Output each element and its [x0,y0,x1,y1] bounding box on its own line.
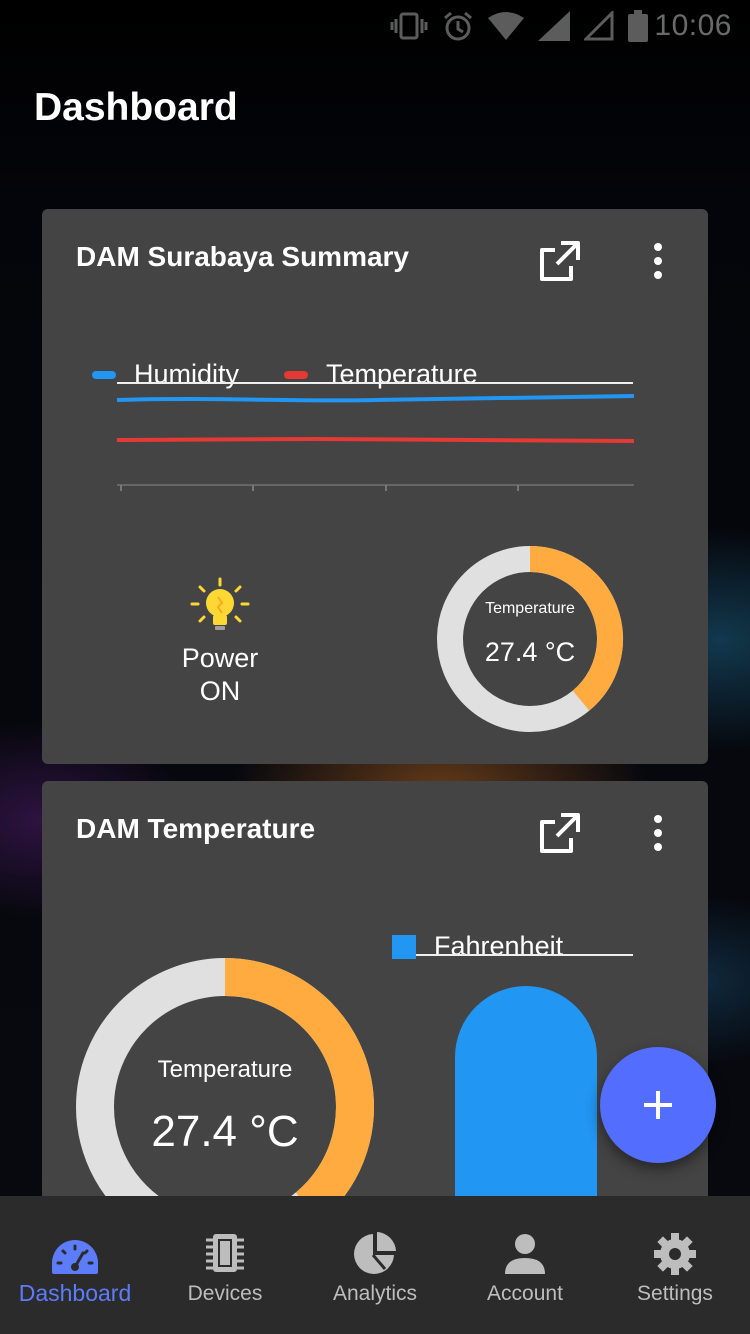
page-title: Dashboard [34,86,238,129]
nav-label: Analytics [332,1282,418,1305]
humidity-series-line [116,394,635,403]
nav-item-devices[interactable]: Devices [150,1196,300,1334]
gauge-value-arc [224,958,374,1196]
nav-label: Settings [637,1282,713,1305]
wifi-icon [488,12,525,40]
vibrate-icon [390,11,428,41]
summary-card: DAM Surabaya Summary Humidity Temperatur… [42,209,708,764]
line-chart [116,394,635,491]
open-external-button[interactable] [536,237,584,285]
status-bar: 10:06 [0,0,750,52]
legend-strike-line [117,382,633,384]
legend-temperature-swatch [284,370,308,379]
gear-icon [654,1233,696,1275]
alarm-icon [442,10,474,42]
temperature-series-line [116,436,635,443]
temperature-card: DAM Temperature Temperature 27.4 °C Fahr… [42,781,708,1221]
battery-icon [628,10,649,42]
nav-item-account[interactable]: Account [450,1196,600,1334]
gauge-label: Temperature [485,600,575,617]
more-vert-icon [654,243,662,279]
power-status: Power ON [160,577,280,708]
nav-label: Devices [187,1282,263,1305]
account-icon [505,1234,545,1274]
power-label: Power [181,643,259,673]
nav-label: Account [487,1282,563,1305]
legend-fahrenheit-swatch [392,934,416,959]
legend-humidity-swatch [92,370,116,379]
fahrenheit-bar [455,986,597,1196]
nav-item-dashboard[interactable]: Dashboard [0,1196,150,1334]
status-time: 10:06 [654,9,732,42]
plus-icon [644,1091,672,1119]
legend-fahrenheit-label: Fahrenheit [434,931,564,961]
nav-label: Dashboard [18,1280,132,1306]
power-state: ON [199,676,241,706]
nav-item-analytics[interactable]: Analytics [300,1196,450,1334]
legend-strike-line [416,954,633,956]
card-title: DAM Surabaya Summary [76,241,410,272]
add-fab-button[interactable] [600,1047,716,1163]
open-external-icon [540,241,580,281]
more-menu-button[interactable] [636,237,680,285]
bottom-navigation: Dashboard Devices Analytics Account Sett… [0,1196,750,1334]
gauge-value: 27.4 °C [151,1107,299,1156]
dashboard-icon [52,1240,98,1274]
nav-item-settings[interactable]: Settings [600,1196,750,1334]
signal-empty-icon [584,11,614,41]
signal-icon [538,11,571,41]
gauge-value-arc [529,546,623,711]
lightbulb-icon [190,577,250,630]
pie-chart-icon [354,1232,396,1274]
legend-fahrenheit[interactable]: Fahrenheit [392,931,563,962]
gauge-value: 27.4 °C [484,637,576,667]
gauge-label: Temperature [157,1056,293,1083]
chip-icon [206,1234,244,1272]
